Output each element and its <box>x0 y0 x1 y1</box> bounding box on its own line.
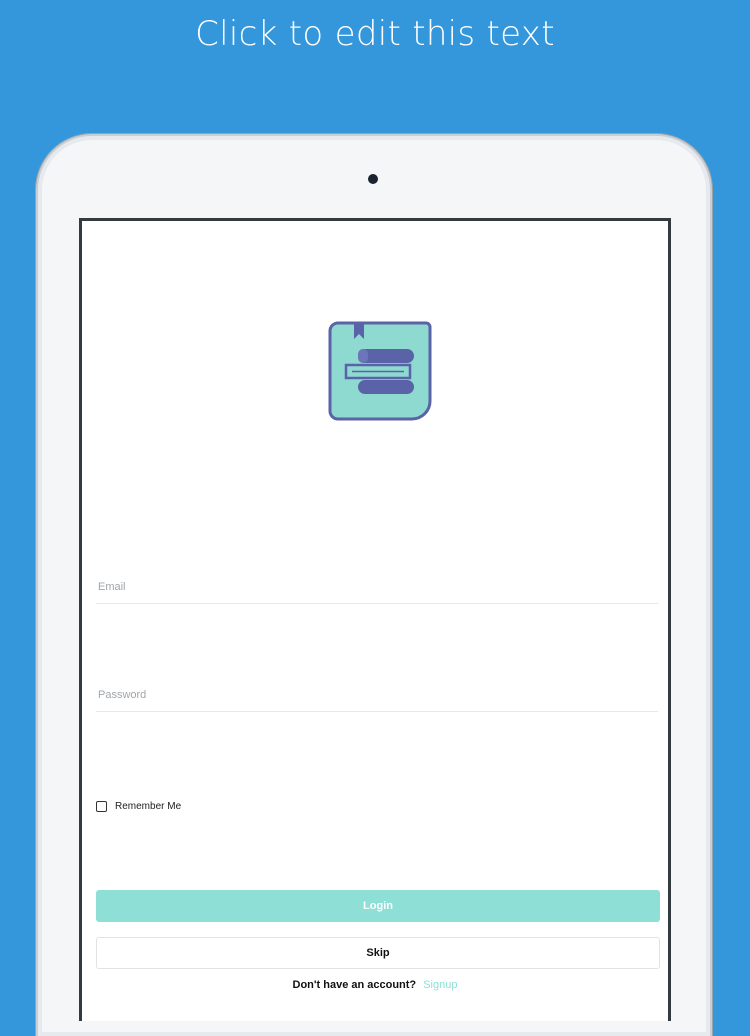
camera-dot <box>368 174 378 184</box>
password-input[interactable] <box>96 681 658 709</box>
signup-question: Don't have an account? <box>292 979 417 991</box>
remember-me-label: Remember Me <box>115 801 182 812</box>
login-button-label: Login <box>363 900 393 912</box>
signup-row: Don't have an account? Signup <box>82 979 668 991</box>
skip-button-label: Skip <box>366 947 390 959</box>
email-field[interactable] <box>96 573 658 604</box>
promo-headline: Click to edit this text <box>195 14 555 54</box>
app-screen: Remember Me Login Skip Don't have an acc… <box>79 218 671 1021</box>
tablet-frame: Remember Me Login Skip Don't have an acc… <box>36 134 712 1036</box>
books-logo-icon <box>328 321 432 421</box>
skip-button[interactable]: Skip <box>96 937 660 969</box>
remember-me-checkbox[interactable] <box>96 801 107 812</box>
login-button[interactable]: Login <box>96 890 660 922</box>
remember-me-row[interactable]: Remember Me <box>96 801 181 812</box>
password-field[interactable] <box>96 681 658 712</box>
signup-link[interactable]: Signup <box>423 979 457 991</box>
email-input[interactable] <box>96 573 658 601</box>
